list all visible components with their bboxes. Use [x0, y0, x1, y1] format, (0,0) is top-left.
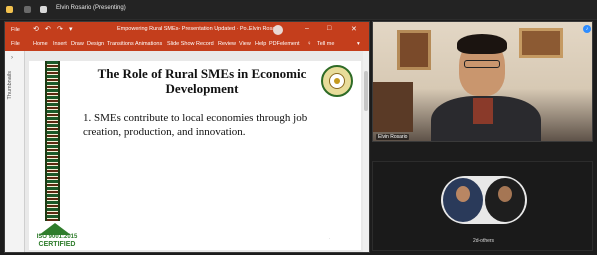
shared-screen: File ⟲ ↶ ↷ ▾ Empowering Rural SMEs- Pres… — [4, 21, 370, 253]
minimize-icon[interactable]: – — [305, 25, 309, 32]
participant-name-label: 2d-others — [472, 238, 495, 244]
decorative-stripe — [47, 61, 58, 221]
presenter-hair — [457, 34, 507, 54]
tab-draw[interactable]: Draw — [71, 41, 84, 47]
seal-emblem — [334, 78, 340, 84]
meeting-top-bar: Elvin Rosario (Presenting) — [0, 0, 597, 20]
tab-review[interactable]: Review — [218, 41, 236, 47]
participant-avatar — [443, 178, 483, 222]
iso-certified-text: CERTIFIED — [38, 241, 76, 248]
scrollbar-thumb[interactable] — [364, 71, 368, 111]
presenter-name-label: Elvin Rosario — [376, 134, 410, 140]
tab-slide-show[interactable]: Slide Show — [167, 41, 195, 47]
slide-canvas[interactable]: ISO 9001:2015 CERTIFIED The Role of Rura… — [29, 61, 361, 250]
close-icon[interactable]: ✕ — [351, 25, 357, 33]
tell-me-search[interactable]: Tell me — [317, 41, 334, 47]
tab-pdfelement[interactable]: PDFelement — [269, 41, 300, 47]
customize-icon[interactable]: ▾ — [69, 26, 73, 34]
tab-record[interactable]: Record — [196, 41, 214, 47]
iso-certified-logo: ISO 9001:2015 CERTIFIED — [33, 223, 77, 249]
thumbnails-pane[interactable]: › Thumbnails — [5, 51, 25, 252]
participant-photo — [441, 176, 527, 224]
institution-seal-logo — [321, 65, 353, 97]
presenter-shirt — [473, 98, 493, 124]
powerpoint-title-bar: File ⟲ ↶ ↷ ▾ Empowering Rural SMEs- Pres… — [5, 22, 369, 38]
share-icon[interactable] — [24, 6, 31, 13]
tab-design[interactable]: Design — [87, 41, 104, 47]
participant-avatar — [485, 178, 525, 222]
redo-icon[interactable]: ↷ — [57, 26, 63, 34]
thumbnails-label: Thumbnails — [7, 71, 13, 100]
vertical-scrollbar[interactable] — [363, 51, 369, 252]
seal-inner — [329, 73, 345, 89]
editor-area: › Thumbnails ISO 9001:2015 CERTIFIED The… — [5, 51, 369, 252]
ribbon-tabs: File Home Insert Draw Design Transitions… — [5, 38, 369, 51]
autosave-icon[interactable]: ⟲ — [33, 26, 39, 34]
tab-help[interactable]: Help — [255, 41, 266, 47]
slide-bullet-point[interactable]: 1. SMEs contribute to local economies th… — [83, 111, 347, 139]
tab-transitions[interactable]: Transitions — [107, 41, 134, 47]
slide-marker: · — [329, 236, 331, 241]
tab-insert[interactable]: Insert — [53, 41, 67, 47]
participant-face — [498, 186, 512, 202]
participant-video-tile[interactable]: 2d-others — [372, 161, 593, 251]
expand-thumbnails-icon[interactable]: › — [11, 55, 13, 61]
file-menu[interactable]: File — [11, 26, 20, 34]
tab-home[interactable]: Home — [33, 41, 48, 47]
meeting-app-icon — [6, 6, 13, 13]
audio-indicator-icon: ♪ — [583, 25, 591, 33]
lightbulb-icon[interactable]: ♀ — [307, 41, 312, 47]
decorative-border — [58, 61, 60, 221]
iso-standard: ISO 9001:2015 — [36, 234, 78, 240]
presenter-glasses — [464, 60, 500, 68]
tab-view[interactable]: View — [239, 41, 251, 47]
user-avatar[interactable] — [273, 25, 283, 35]
meeting-window: Elvin Rosario (Presenting) File ⟲ ↶ ↷ ▾ … — [0, 0, 597, 255]
bookshelf — [373, 82, 413, 132]
presenter-avatar-icon — [40, 6, 47, 13]
participant-face — [456, 186, 470, 202]
presenter-video-tile[interactable]: Elvin Rosario ♪ — [372, 21, 593, 142]
wall-picture — [397, 30, 431, 70]
meeting-title: Elvin Rosario (Presenting) — [56, 5, 126, 11]
maximize-icon[interactable]: □ — [327, 25, 331, 32]
ribbon-collapse-icon[interactable]: ▾ — [357, 41, 360, 47]
undo-icon[interactable]: ↶ — [45, 26, 51, 34]
slide-title[interactable]: The Role of Rural SMEs in Economic Devel… — [79, 66, 325, 96]
document-title: Empowering Rural SMEs- Presentation Upda… — [117, 26, 252, 32]
tab-file[interactable]: File — [11, 41, 20, 47]
wall-picture — [519, 28, 563, 58]
tab-animations[interactable]: Animations — [135, 41, 162, 47]
